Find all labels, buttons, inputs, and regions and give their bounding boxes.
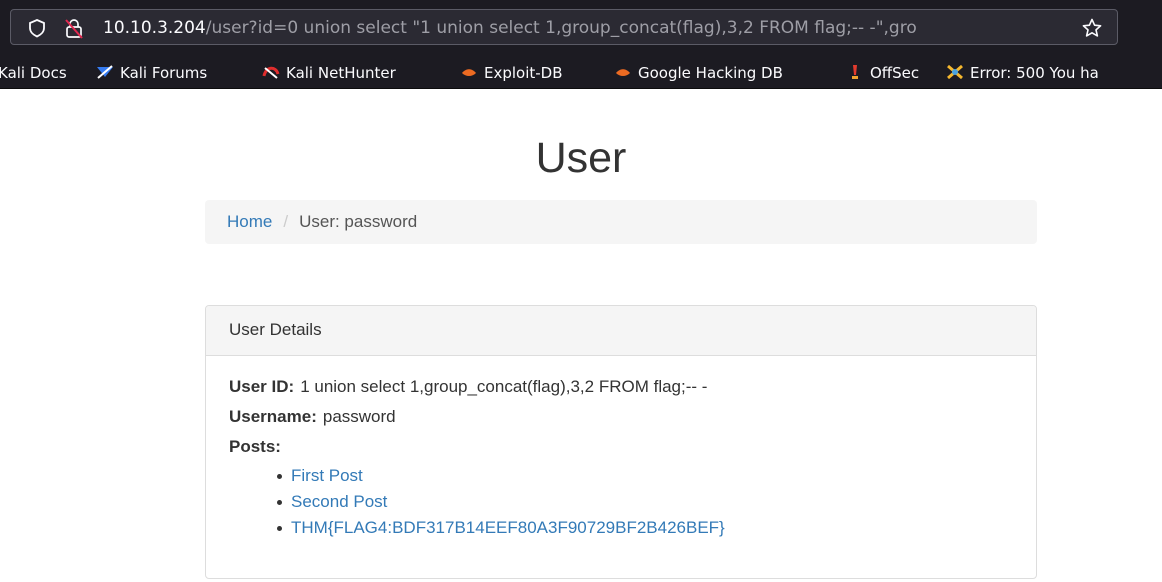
bookmark-kali-forums[interactable]: Kali Forums xyxy=(96,61,207,85)
bookmark-kali-docs[interactable]: Kali Docs xyxy=(0,61,67,85)
user-id-row: User ID: 1 union select 1,group_concat(fl… xyxy=(229,372,1036,402)
bookmarks-toolbar: Kali Docs Kali Forums Kali NetHunter Exp… xyxy=(0,57,1162,89)
breadcrumb: Home / User: password xyxy=(205,200,1037,244)
username-value: password xyxy=(322,407,396,426)
post-link[interactable]: Second Post xyxy=(291,492,387,511)
bookmark-label: Kali NetHunter xyxy=(286,64,396,82)
kali-forums-icon xyxy=(97,65,113,79)
bookmark-label: Kali Docs xyxy=(0,64,67,82)
bookmark-star-icon[interactable] xyxy=(1081,17,1103,39)
user-id-label: User ID: xyxy=(229,377,295,396)
user-id-value: 1 union select 1,group_concat(flag),3,2 … xyxy=(300,377,708,396)
address-bar[interactable]: 10.10.3.204/user?id=0 union select "1 un… xyxy=(10,9,1118,45)
breadcrumb-home-link[interactable]: Home xyxy=(227,212,272,231)
panel-body: User ID: 1 union select 1,group_concat(fl… xyxy=(206,356,1036,541)
tracking-protection-shield-icon[interactable] xyxy=(27,18,47,38)
posts-list: First Post Second Post THM{FLAG4:BDF317B… xyxy=(229,463,1036,541)
post-link[interactable]: First Post xyxy=(291,466,363,485)
bookmark-offsec[interactable]: OffSec xyxy=(846,61,919,85)
insecure-lock-icon[interactable] xyxy=(63,17,85,39)
url-host: 10.10.3.204 xyxy=(103,18,206,38)
offsec-icon xyxy=(852,65,858,79)
error-page-icon xyxy=(947,64,963,80)
page-title: User xyxy=(535,134,627,182)
kali-nethunter-icon xyxy=(262,66,280,79)
posts-row: Posts: xyxy=(229,432,1036,462)
username-label: Username: xyxy=(229,407,317,426)
bookmark-exploit-db[interactable]: Exploit-DB xyxy=(460,61,563,85)
user-details-panel: User Details User ID: 1 union select 1,gr… xyxy=(205,305,1037,579)
url-fade xyxy=(1009,12,1069,42)
breadcrumb-separator: / xyxy=(283,212,289,231)
list-item: THM{FLAG4:BDF317B14EEF80A3F90729BF2B426B… xyxy=(277,515,1036,541)
bookmark-error-page[interactable]: Error: 500 You ha xyxy=(946,61,1099,85)
bookmark-google-hacking-db[interactable]: Google Hacking DB xyxy=(614,61,783,85)
bookmark-kali-nethunter[interactable]: Kali NetHunter xyxy=(262,61,396,85)
posts-label: Posts: xyxy=(229,437,281,456)
username-row: Username: password xyxy=(229,402,1036,432)
bookmark-label: Error: 500 You ha xyxy=(970,64,1099,82)
url-text[interactable]: 10.10.3.204/user?id=0 union select "1 un… xyxy=(103,16,1063,40)
bookmark-label: Kali Forums xyxy=(120,64,208,82)
panel-heading: User Details xyxy=(206,306,1036,356)
bookmark-label: OffSec xyxy=(870,64,920,82)
exploit-db-icon xyxy=(462,69,476,76)
post-link[interactable]: THM{FLAG4:BDF317B14EEF80A3F90729BF2B426B… xyxy=(291,518,725,537)
browser-toolbar: 10.10.3.204/user?id=0 union select "1 un… xyxy=(0,0,1162,57)
list-item: First Post xyxy=(277,463,1036,489)
bookmark-label: Google Hacking DB xyxy=(638,64,783,82)
breadcrumb-current: User: password xyxy=(299,212,418,231)
list-item: Second Post xyxy=(277,489,1036,515)
bookmark-label: Exploit-DB xyxy=(484,64,563,82)
url-path: /user?id=0 union select "1 union select … xyxy=(205,18,917,38)
google-hacking-db-icon xyxy=(616,69,630,76)
